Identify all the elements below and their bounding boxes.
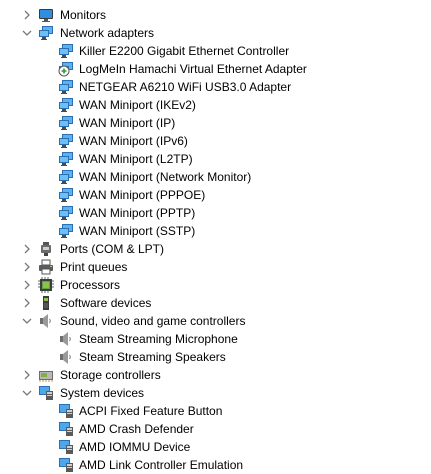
tree-device-label: NETGEAR A6210 WiFi USB3.0 Adapter <box>79 80 292 94</box>
tree-category-storage-controllers[interactable]: Storage controllers <box>0 366 431 384</box>
system-device-icon <box>58 421 74 437</box>
tree-device-item[interactable]: WAN Miniport (IKEv2) <box>0 96 431 114</box>
tree-device-label: Killer E2200 Gigabit Ethernet Controller <box>79 44 290 58</box>
tree-device-item[interactable]: Killer E2200 Gigabit Ethernet Controller <box>0 42 431 60</box>
tree-device-item[interactable]: AMD Crash Defender <box>0 420 431 438</box>
tree-category-processors[interactable]: Processors <box>0 276 431 294</box>
monitor-icon <box>38 7 54 23</box>
tree-device-label: AMD IOMMU Device <box>79 440 191 454</box>
tree-category-label: Sound, video and game controllers <box>60 314 246 328</box>
chevron-right-icon[interactable] <box>20 240 34 258</box>
chevron-right-icon[interactable] <box>20 276 34 294</box>
tree-device-item[interactable]: NETGEAR A6210 WiFi USB3.0 Adapter <box>0 78 431 96</box>
network-adapter-icon <box>58 151 74 167</box>
tree-device-label: WAN Miniport (PPPOE) <box>79 188 206 202</box>
chevron-right-icon[interactable] <box>20 6 34 24</box>
tree-device-item[interactable]: WAN Miniport (IPv6) <box>0 132 431 150</box>
network-adapter-icon <box>38 25 54 41</box>
tree-device-label: WAN Miniport (IPv6) <box>79 134 188 148</box>
tree-device-label: WAN Miniport (L2TP) <box>79 152 193 166</box>
tree-device-label: WAN Miniport (IKEv2) <box>79 98 196 112</box>
tree-device-item[interactable]: ACPI Fixed Feature Button <box>0 402 431 420</box>
network-adapter-icon <box>58 205 74 221</box>
tree-category-sound-video-and-game-controllers[interactable]: Sound, video and game controllers <box>0 312 431 330</box>
speaker-icon <box>58 349 74 365</box>
tree-category-label: Network adapters <box>60 26 155 40</box>
tree-device-label: ACPI Fixed Feature Button <box>79 404 223 418</box>
network-adapter-icon <box>58 43 74 59</box>
tree-device-label: WAN Miniport (IP) <box>79 116 176 130</box>
tree-category-system-devices[interactable]: System devices <box>0 384 431 402</box>
tree-device-item[interactable]: Steam Streaming Speakers <box>0 348 431 366</box>
storage-controller-icon <box>38 367 54 383</box>
tree-category-monitors[interactable]: Monitors <box>0 6 431 24</box>
tree-device-item[interactable]: LogMeIn Hamachi Virtual Ethernet Adapter <box>0 60 431 78</box>
chevron-down-icon[interactable] <box>20 312 34 330</box>
tree-device-item[interactable]: WAN Miniport (Network Monitor) <box>0 168 431 186</box>
tree-category-label: System devices <box>60 386 145 400</box>
network-adapter-icon <box>58 223 74 239</box>
network-adapter-icon <box>58 97 74 113</box>
network-adapter-warning-icon <box>58 61 74 77</box>
chevron-right-icon[interactable] <box>20 294 34 312</box>
tree-category-label: Print queues <box>60 260 128 274</box>
tree-category-network-adapters[interactable]: Network adapters <box>0 24 431 42</box>
processor-icon <box>38 277 54 293</box>
speaker-icon <box>38 313 54 329</box>
tree-category-label: Ports (COM & LPT) <box>60 242 165 256</box>
tree-device-item[interactable]: WAN Miniport (PPPOE) <box>0 186 431 204</box>
network-adapter-icon <box>58 133 74 149</box>
chevron-right-icon[interactable] <box>20 258 34 276</box>
tree-device-item[interactable]: Steam Streaming Microphone <box>0 330 431 348</box>
chevron-right-icon[interactable] <box>20 366 34 384</box>
network-adapter-icon <box>58 115 74 131</box>
tree-device-label: LogMeIn Hamachi Virtual Ethernet Adapter <box>79 62 307 76</box>
tree-device-label: WAN Miniport (SSTP) <box>79 224 196 238</box>
tree-device-item[interactable]: WAN Miniport (SSTP) <box>0 222 431 240</box>
tree-category-label: Storage controllers <box>60 368 161 382</box>
tree-device-label: WAN Miniport (Network Monitor) <box>79 170 252 184</box>
printer-icon <box>38 259 54 275</box>
tree-category-label: Processors <box>60 278 121 292</box>
tree-device-label: AMD Crash Defender <box>79 422 194 436</box>
tree-device-label: Steam Streaming Speakers <box>79 350 226 364</box>
system-device-icon <box>38 385 54 401</box>
tree-device-item[interactable]: WAN Miniport (IP) <box>0 114 431 132</box>
tree-device-item[interactable]: AMD Link Controller Emulation <box>0 456 431 474</box>
network-adapter-icon <box>58 79 74 95</box>
chevron-down-icon[interactable] <box>20 24 34 42</box>
tree-category-label: Software devices <box>60 296 152 310</box>
tree-category-label: Monitors <box>60 8 107 22</box>
device-tree: Monitors Network adapters Killer E2200 G… <box>0 0 431 472</box>
tree-category-ports-com-lpt[interactable]: Ports (COM & LPT) <box>0 240 431 258</box>
system-device-icon <box>58 457 74 473</box>
tree-device-item[interactable]: WAN Miniport (PPTP) <box>0 204 431 222</box>
port-icon <box>38 241 54 257</box>
network-adapter-icon <box>58 169 74 185</box>
network-adapter-icon <box>58 187 74 203</box>
chevron-down-icon[interactable] <box>20 384 34 402</box>
tree-device-label: AMD Link Controller Emulation <box>79 458 244 472</box>
system-device-icon <box>58 403 74 419</box>
tree-category-software-devices[interactable]: Software devices <box>0 294 431 312</box>
speaker-icon <box>58 331 74 347</box>
tree-device-label: Steam Streaming Microphone <box>79 332 238 346</box>
tree-device-item[interactable]: WAN Miniport (L2TP) <box>0 150 431 168</box>
tree-category-print-queues[interactable]: Print queues <box>0 258 431 276</box>
tree-device-label: WAN Miniport (PPTP) <box>79 206 196 220</box>
software-device-icon <box>38 295 54 311</box>
tree-device-item[interactable]: AMD IOMMU Device <box>0 438 431 456</box>
system-device-icon <box>58 439 74 455</box>
